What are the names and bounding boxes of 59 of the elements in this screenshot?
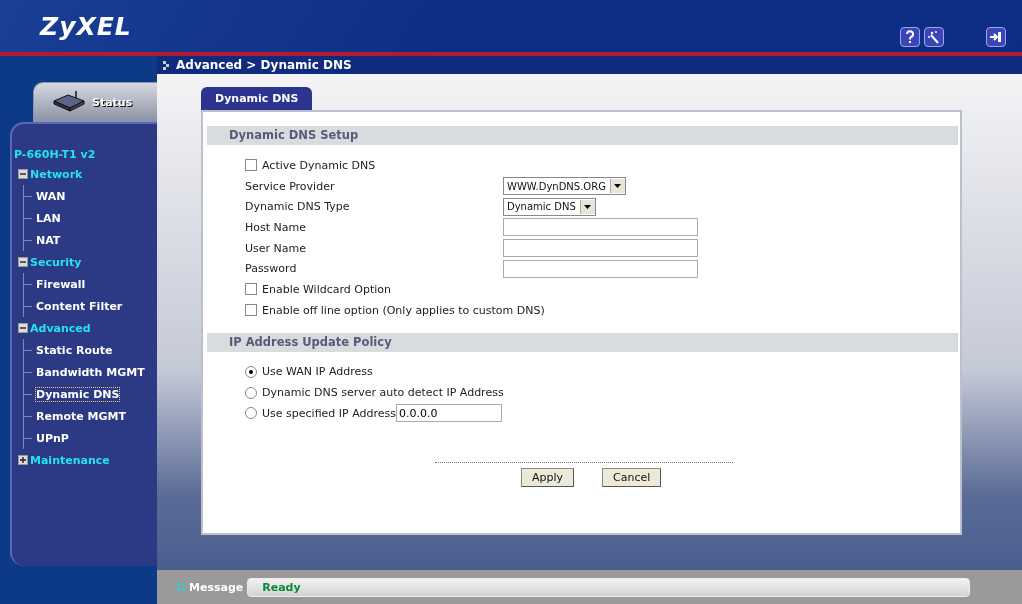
field-label: Password xyxy=(245,262,298,276)
nav-group[interactable]: Network xyxy=(30,167,83,181)
nav-item[interactable]: Content Filter xyxy=(36,299,123,313)
nav-item[interactable]: Firewall xyxy=(36,277,86,291)
nav-group[interactable]: Security xyxy=(30,255,82,269)
nav-item[interactable]: UPnP xyxy=(36,431,69,445)
bullet-icon xyxy=(163,60,170,70)
caret-icon xyxy=(614,184,622,189)
field-label: Dynamic DNS Type xyxy=(245,200,351,214)
radio-label: Use WAN IP Address xyxy=(262,365,373,379)
dropdown[interactable]: Dynamic DNS xyxy=(503,197,596,216)
nav-item[interactable]: Remote MGMT xyxy=(36,409,126,423)
radio-button[interactable] xyxy=(245,386,257,399)
help-icon[interactable] xyxy=(900,27,920,47)
expand-icon[interactable] xyxy=(18,455,28,465)
checkbox-label: Enable off line option (Only applies to custom DNS) xyxy=(262,303,545,317)
section-header: IP Address Update Policy xyxy=(207,332,958,352)
nav-item[interactable]: NAT xyxy=(36,233,61,247)
collapse-icon[interactable] xyxy=(18,323,28,333)
nav-item[interactable]: WAN xyxy=(36,189,66,203)
field-label: Service Provider xyxy=(245,179,336,193)
logout-icon[interactable] xyxy=(986,27,1006,47)
field-label: User Name xyxy=(245,241,308,255)
caret-icon xyxy=(584,204,592,209)
checkbox-label: Enable Wildcard Option xyxy=(262,282,391,296)
input-field[interactable]: 0.0.0.0 xyxy=(396,404,502,423)
radio-label: Dynamic DNS server auto detect IP Address xyxy=(262,386,504,400)
logo: ZyXEL xyxy=(40,11,132,41)
nav-item[interactable]: Dynamic DNS xyxy=(36,387,120,401)
nav-item[interactable]: LAN xyxy=(36,211,61,225)
cancel-button[interactable]: Cancel xyxy=(602,467,662,487)
message-field: Ready xyxy=(247,577,970,597)
device-model: P-660H-T1 v2 xyxy=(14,147,97,163)
collapse-icon[interactable] xyxy=(18,169,28,179)
router-icon xyxy=(52,91,86,113)
input-field[interactable] xyxy=(503,218,698,237)
section-header: Dynamic DNS Setup xyxy=(207,126,958,145)
field-label: Host Name xyxy=(245,220,307,234)
radio-button[interactable] xyxy=(245,365,257,378)
radio-button[interactable] xyxy=(245,407,257,420)
apply-button[interactable]: Apply xyxy=(521,467,575,487)
input-field[interactable] xyxy=(503,239,698,258)
nav-item[interactable]: Bandwidth MGMT xyxy=(36,365,145,379)
checkbox-label: Active Dynamic DNS xyxy=(262,158,376,172)
checkbox[interactable] xyxy=(245,283,257,296)
dropdown[interactable]: WWW.DynDNS.ORG xyxy=(503,177,626,196)
collapse-icon[interactable] xyxy=(18,257,28,267)
nav-item[interactable]: Static Route xyxy=(36,343,113,357)
tab[interactable]: Dynamic DNS xyxy=(201,87,313,110)
input-field[interactable] xyxy=(503,259,698,278)
checkbox[interactable] xyxy=(245,304,257,317)
wand-icon[interactable] xyxy=(924,27,944,47)
dots-icon xyxy=(177,583,185,591)
message-label: Message xyxy=(189,580,244,594)
nav-group[interactable]: Maintenance xyxy=(30,453,110,467)
breadcrumb: Advanced > Dynamic DNS xyxy=(176,58,352,72)
radio-label: Use specified IP Address xyxy=(262,406,396,420)
nav-group[interactable]: Advanced xyxy=(30,321,91,335)
checkbox[interactable] xyxy=(245,159,257,172)
